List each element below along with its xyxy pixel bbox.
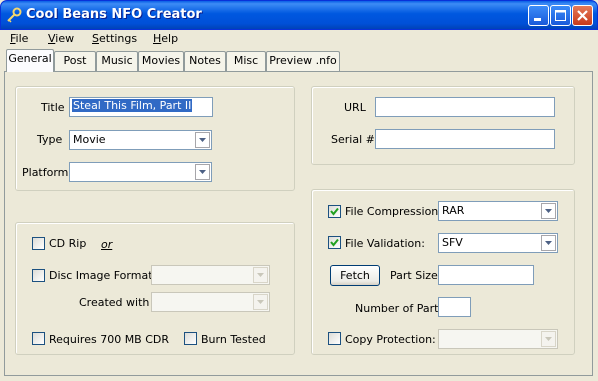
file-validation-select[interactable]: SFV <box>438 233 558 253</box>
copy-protection-select[interactable] <box>438 329 558 349</box>
type-select-value: Movie <box>73 133 106 146</box>
menu-help-label: elp <box>161 32 179 45</box>
minimize-button[interactable] <box>528 5 549 26</box>
file-compression-value: RAR <box>442 204 465 217</box>
menu-file[interactable]: File <box>10 32 28 45</box>
file-validation-checkbox[interactable] <box>328 236 341 249</box>
platform-dropdown-button[interactable] <box>195 164 210 180</box>
menu-settings[interactable]: Settings <box>92 32 137 45</box>
chevron-down-icon <box>545 337 552 341</box>
platform-select[interactable] <box>69 162 212 182</box>
tab-post[interactable]: Post <box>54 51 96 71</box>
file-compression-checkbox[interactable] <box>328 205 341 218</box>
burn-tested-checkbox[interactable] <box>184 332 197 345</box>
copy-protection-checkbox[interactable] <box>328 332 341 345</box>
close-button[interactable] <box>572 5 593 26</box>
url-input[interactable] <box>375 97 555 117</box>
tab-misc[interactable]: Misc <box>226 51 266 71</box>
burn-tested-label: Burn Tested <box>201 333 266 346</box>
maximize-icon <box>555 10 566 21</box>
chevron-down-icon <box>545 241 552 245</box>
tab-music[interactable]: Music <box>96 51 138 71</box>
cd-rip-checkbox[interactable] <box>32 237 45 250</box>
menu-settings-label: ettings <box>98 32 138 45</box>
file-compression-dropdown-button[interactable] <box>541 203 556 219</box>
number-of-parts-label: Number of Parts <box>355 302 445 315</box>
disc-image-checkbox[interactable] <box>32 269 45 282</box>
url-label: URL <box>344 101 366 114</box>
file-compression-label: File Compression: <box>345 205 442 218</box>
tab-general[interactable]: General <box>6 49 54 72</box>
part-size-label: Part Size <box>390 269 438 282</box>
file-validation-dropdown-button[interactable] <box>541 235 556 251</box>
created-with-label: Created with <box>79 296 150 309</box>
window-title: Cool Beans NFO Creator <box>26 7 202 22</box>
requires-cdr-label: Requires 700 MB CDR <box>49 333 170 346</box>
disc-image-dropdown-button[interactable] <box>253 267 268 283</box>
part-size-input[interactable] <box>438 265 534 285</box>
tab-notes[interactable]: Notes <box>184 51 226 71</box>
menu-view[interactable]: View <box>48 32 74 45</box>
or-label: or <box>101 238 113 251</box>
menu-bar <box>0 30 598 48</box>
maximize-button[interactable] <box>550 5 571 26</box>
minimize-icon <box>534 18 541 21</box>
copy-protection-label: Copy Protection: <box>345 333 436 346</box>
requires-cdr-checkbox[interactable] <box>32 332 45 345</box>
created-with-dropdown-button[interactable] <box>253 294 268 310</box>
cd-rip-label: CD Rip <box>49 237 87 250</box>
serial-input[interactable] <box>375 129 555 149</box>
type-label: Type <box>37 133 63 146</box>
serial-label: Serial # <box>331 133 375 146</box>
chevron-down-icon <box>545 209 552 213</box>
menu-view-label: iew <box>55 32 75 45</box>
title-label: Title <box>41 101 65 114</box>
tab-preview-nfo[interactable]: Preview .nfo <box>266 51 340 71</box>
file-validation-label: File Validation: <box>345 237 425 250</box>
file-validation-value: SFV <box>442 236 463 249</box>
title-input-value: Steal This Film, Part II <box>72 99 193 112</box>
chevron-down-icon <box>257 300 264 304</box>
menu-settings-mnemonic: S <box>92 32 99 45</box>
type-select[interactable]: Movie <box>69 130 212 150</box>
menu-file-label: ile <box>15 32 29 45</box>
disc-image-label: Disc Image Format <box>49 269 153 282</box>
platform-label: Platform <box>22 166 69 179</box>
chevron-down-icon <box>199 138 206 142</box>
checkmark-icon <box>330 238 339 247</box>
fetch-button[interactable]: Fetch <box>330 265 380 286</box>
title-input[interactable]: Steal This Film, Part II <box>69 97 213 117</box>
close-icon <box>577 10 588 21</box>
tab-movies[interactable]: Movies <box>138 51 184 71</box>
chevron-down-icon <box>199 170 206 174</box>
type-dropdown-button[interactable] <box>195 132 210 148</box>
number-of-parts-input[interactable] <box>438 297 471 317</box>
chevron-down-icon <box>257 273 264 277</box>
checkmark-icon <box>330 207 339 216</box>
disc-image-select[interactable] <box>151 265 270 285</box>
copy-protection-dropdown-button[interactable] <box>541 331 556 347</box>
app-key-icon <box>6 7 22 23</box>
menu-help[interactable]: Help <box>153 32 178 45</box>
file-compression-select[interactable]: RAR <box>438 201 558 221</box>
created-with-select[interactable] <box>151 292 270 312</box>
